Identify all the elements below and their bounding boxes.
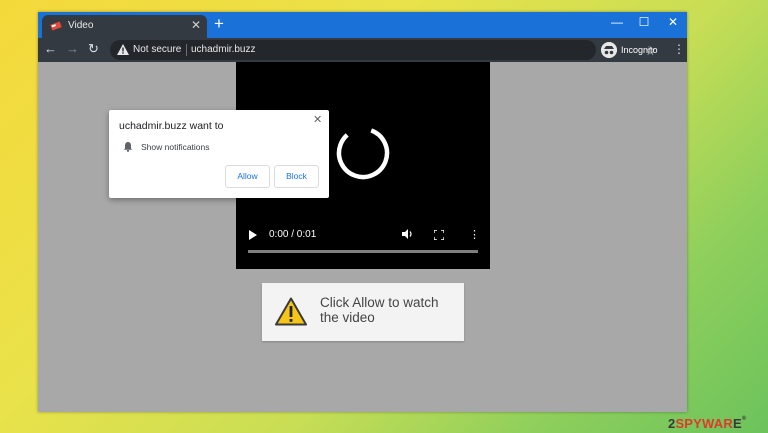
watermark-suffix: E [732,416,742,431]
allow-button[interactable]: Allow [225,165,270,188]
new-tab-button[interactable]: + [214,14,224,34]
browser-window: Video ✕ + — ☐ ✕ ← → ↻ Not secure uchadmi… [38,12,687,412]
toolbar: ← → ↻ Not secure uchadmir.buzz ☆ Incogni… [38,38,687,62]
play-icon[interactable] [248,229,258,241]
video-more-icon[interactable]: ⋮ [469,228,480,241]
permission-label: Show notifications [141,142,210,152]
spinner-icon [336,126,390,180]
incognito-label[interactable]: Incognito [621,45,658,55]
watermark-highlight: SPYWAR [675,416,733,431]
close-window-button[interactable]: ✕ [666,15,680,29]
title-bar: Video ✕ + — ☐ ✕ [38,12,687,38]
minimize-button[interactable]: — [610,15,624,29]
favicon-icon [50,21,62,31]
back-button[interactable]: ← [44,41,57,56]
watermark-mark: ® [741,416,747,422]
bell-icon [123,142,133,152]
watermark-logo: 2SPYWARE® [668,416,746,431]
maximize-button[interactable]: ☐ [637,15,651,29]
cta-message: Click Allow to watch the video [320,295,439,325]
tab-title: Video [68,20,94,31]
popup-title: uchadmir.buzz want to [119,120,224,132]
url-text[interactable]: uchadmir.buzz [191,44,255,55]
address-bar[interactable]: Not secure uchadmir.buzz ☆ [110,40,656,60]
tab-close-icon[interactable]: ✕ [191,18,201,32]
popup-close-icon[interactable]: ✕ [313,113,322,126]
incognito-icon[interactable] [601,42,617,58]
reload-button[interactable]: ↻ [88,41,99,57]
warning-icon[interactable] [117,44,129,55]
video-progress-bar[interactable] [248,250,478,253]
fullscreen-icon[interactable] [434,230,444,240]
volume-icon[interactable] [401,228,414,240]
notification-permission-popup: uchadmir.buzz want to ✕ Show notificatio… [109,110,329,198]
forward-button[interactable]: → [66,41,79,56]
tab-video[interactable]: Video ✕ [42,15,207,38]
click-allow-banner: Click Allow to watch the video [262,283,464,341]
alert-triangle-icon [275,297,307,326]
video-time: 0:00 / 0:01 [269,229,317,240]
page-content: 0:00 / 0:01 ⋮ Click Allow to watch the v… [38,62,687,412]
divider [186,44,187,56]
browser-menu-icon[interactable]: ⋮ [673,42,685,56]
block-button[interactable]: Block [274,165,319,188]
security-status[interactable]: Not secure [133,44,181,55]
